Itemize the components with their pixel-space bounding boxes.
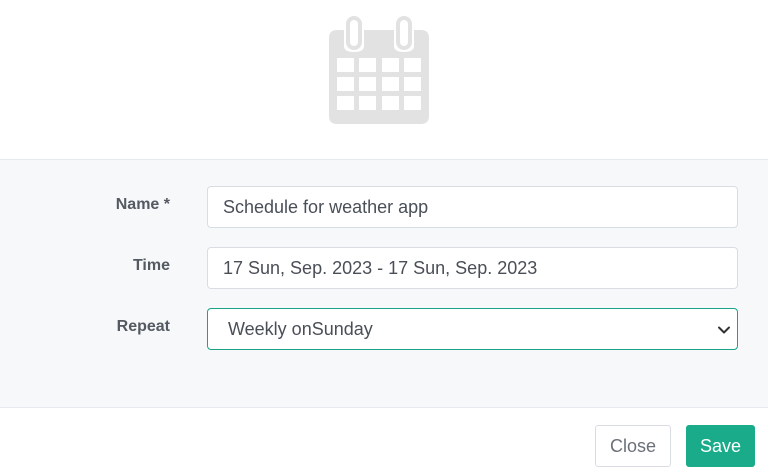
chevron-down-icon — [718, 326, 730, 334]
time-row: Time 17 Sun, Sep. 2023 - 17 Sun, Sep. 20… — [0, 247, 768, 289]
calendar-icon — [329, 16, 429, 124]
repeat-label: Repeat — [116, 318, 170, 335]
name-input[interactable]: Schedule for weather app — [207, 186, 738, 228]
repeat-row: Repeat Weekly onSunday — [0, 308, 768, 350]
save-button[interactable]: Save — [686, 425, 755, 467]
time-input[interactable]: 17 Sun, Sep. 2023 - 17 Sun, Sep. 2023 — [207, 247, 738, 289]
name-row: Name * Schedule for weather app — [0, 186, 768, 228]
schedule-dialog: Name * Schedule for weather app Time 17 … — [0, 0, 768, 476]
repeat-selected-value: Weekly onSunday — [228, 319, 373, 339]
dialog-footer: Close Save — [0, 408, 768, 476]
repeat-select[interactable]: Weekly onSunday — [207, 308, 738, 350]
dialog-header — [0, 0, 768, 160]
name-label: Name * — [115, 196, 170, 213]
close-button[interactable]: Close — [595, 425, 671, 467]
dialog-body: Name * Schedule for weather app Time 17 … — [0, 160, 768, 408]
time-label: Time — [132, 257, 170, 274]
